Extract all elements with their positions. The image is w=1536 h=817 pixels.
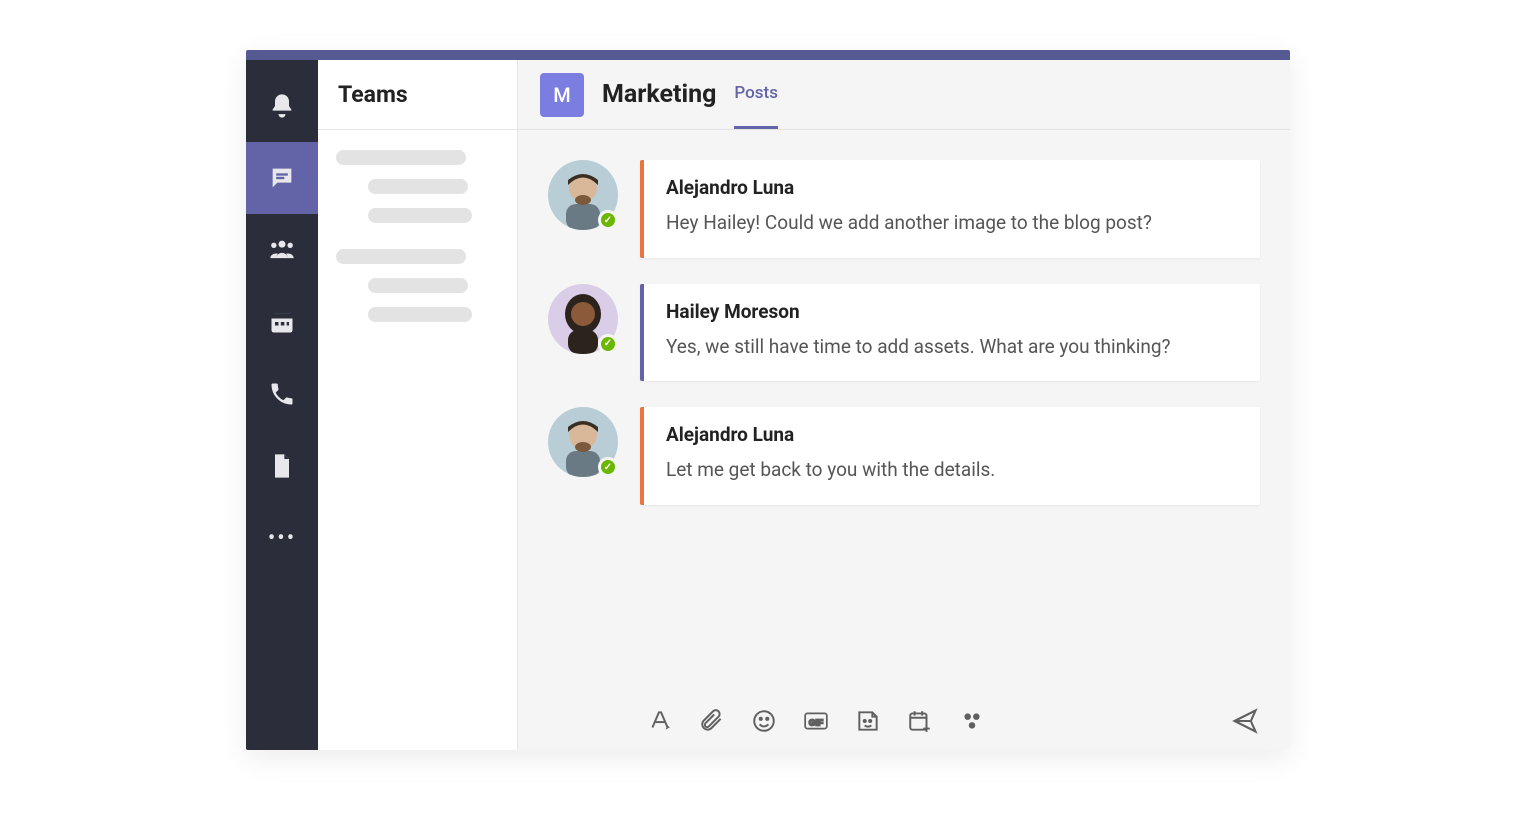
rail-chat[interactable] bbox=[246, 142, 318, 214]
phone-icon bbox=[268, 380, 296, 408]
compose-icons: GIF bbox=[646, 707, 986, 735]
presence-available-icon bbox=[598, 457, 618, 477]
app-layout: ••• Teams M Mark bbox=[246, 60, 1290, 750]
placeholder-line bbox=[336, 150, 466, 165]
attach-icon[interactable] bbox=[698, 707, 726, 735]
post: Alejandro Luna Let me get back to you wi… bbox=[548, 407, 1260, 505]
rail-files[interactable] bbox=[246, 430, 318, 502]
post-bubble[interactable]: Hailey Moreson Yes, we still have time t… bbox=[640, 284, 1260, 382]
avatar bbox=[548, 160, 618, 230]
titlebar bbox=[246, 50, 1290, 60]
sidebar-title: Teams bbox=[318, 60, 517, 130]
tab-posts[interactable]: Posts bbox=[734, 83, 778, 107]
presence-available-icon bbox=[598, 210, 618, 230]
post: Alejandro Luna Hey Hailey! Could we add … bbox=[548, 160, 1260, 258]
post-bubble[interactable]: Alejandro Luna Hey Hailey! Could we add … bbox=[640, 160, 1260, 258]
sticker-icon[interactable] bbox=[854, 707, 882, 735]
schedule-icon[interactable] bbox=[906, 707, 934, 735]
rail-calendar[interactable] bbox=[246, 286, 318, 358]
channel-header: M Marketing Posts bbox=[518, 60, 1290, 130]
rail-activity[interactable] bbox=[246, 70, 318, 142]
channel-name: Marketing bbox=[602, 80, 716, 109]
more-icon: ••• bbox=[268, 526, 296, 551]
rail-more[interactable]: ••• bbox=[246, 502, 318, 574]
svg-text:GIF: GIF bbox=[809, 717, 823, 727]
post-message: Let me get back to you with the details. bbox=[666, 456, 1238, 485]
sidebar-body bbox=[318, 130, 517, 368]
post-message: Hey Hailey! Could we add another image t… bbox=[666, 209, 1238, 238]
send-button[interactable] bbox=[1230, 706, 1260, 736]
nav-rail: ••• bbox=[246, 60, 318, 750]
sidebar-group bbox=[336, 150, 499, 223]
posts-thread: Alejandro Luna Hey Hailey! Could we add … bbox=[518, 130, 1290, 700]
post-author: Alejandro Luna bbox=[666, 423, 1238, 446]
compose-bar: GIF bbox=[518, 700, 1290, 750]
presence-available-icon bbox=[598, 334, 618, 354]
sidebar: Teams bbox=[318, 60, 518, 750]
avatar bbox=[548, 284, 618, 354]
channel-avatar: M bbox=[540, 73, 584, 117]
post-message: Yes, we still have time to add assets. W… bbox=[666, 333, 1238, 362]
post-bubble[interactable]: Alejandro Luna Let me get back to you wi… bbox=[640, 407, 1260, 505]
people-icon bbox=[268, 236, 296, 264]
rail-calls[interactable] bbox=[246, 358, 318, 430]
emoji-icon[interactable] bbox=[750, 707, 778, 735]
gif-icon[interactable]: GIF bbox=[802, 707, 830, 735]
file-icon bbox=[268, 452, 296, 480]
calendar-icon bbox=[268, 308, 296, 336]
post: Hailey Moreson Yes, we still have time t… bbox=[548, 284, 1260, 382]
main-panel: M Marketing Posts bbox=[518, 60, 1290, 750]
placeholder-line bbox=[368, 307, 472, 322]
apps-icon[interactable] bbox=[958, 707, 986, 735]
avatar bbox=[548, 407, 618, 477]
placeholder-line bbox=[368, 278, 468, 293]
placeholder-line bbox=[336, 249, 466, 264]
sidebar-group bbox=[336, 249, 499, 322]
format-icon[interactable] bbox=[646, 707, 674, 735]
post-author: Alejandro Luna bbox=[666, 176, 1238, 199]
post-author: Hailey Moreson bbox=[666, 300, 1238, 323]
chat-icon bbox=[268, 164, 296, 192]
bell-icon bbox=[268, 92, 296, 120]
app-window: ••• Teams M Mark bbox=[246, 50, 1290, 750]
placeholder-line bbox=[368, 208, 472, 223]
placeholder-line bbox=[368, 179, 468, 194]
rail-teams[interactable] bbox=[246, 214, 318, 286]
